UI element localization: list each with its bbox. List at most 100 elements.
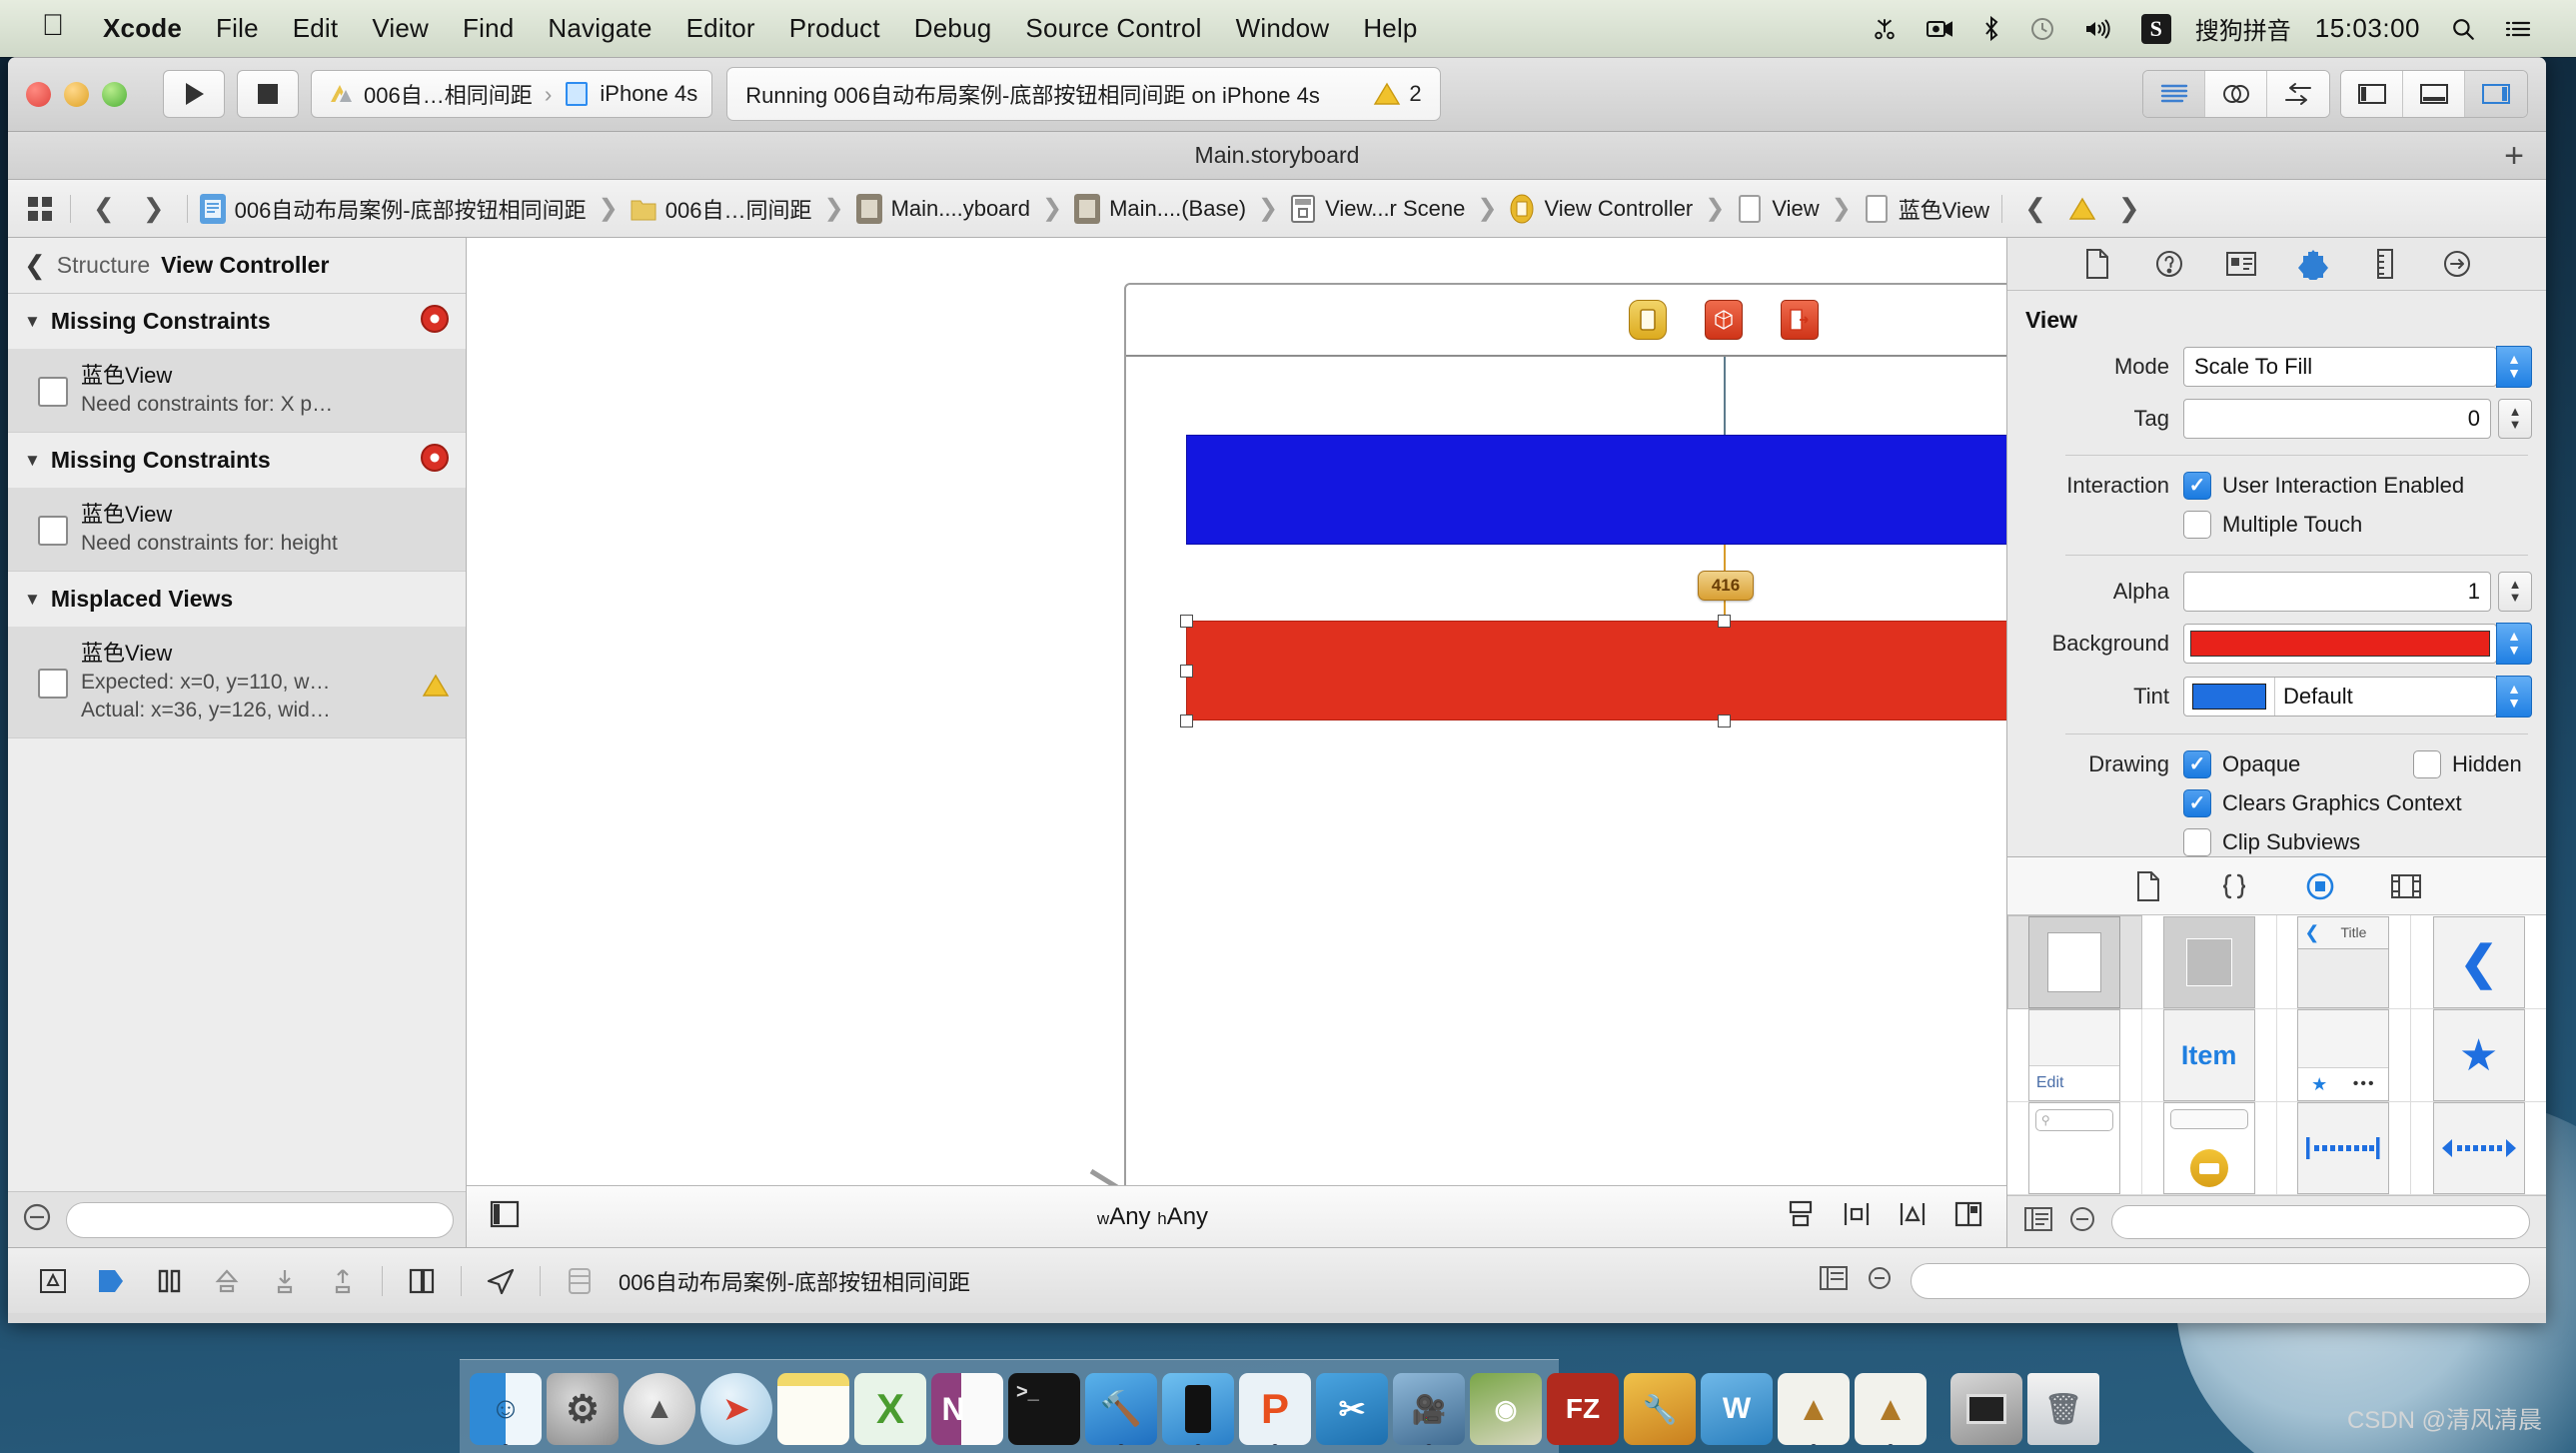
zoom-window-button[interactable] [102,81,127,107]
dock-item-photoshop[interactable]: P [1239,1373,1311,1445]
clip-subviews-checkbox[interactable]: Clip Subviews [2183,827,2360,856]
volume-icon[interactable] [2069,17,2127,41]
menu-editor[interactable]: Editor [669,13,772,44]
go-forward-button[interactable]: ❯ [129,193,179,224]
tint-select-chevron-icon[interactable]: ▲ ▼ [2496,675,2532,718]
scheme-selector[interactable]: 006自…相同间距 › iPhone 4s [311,70,713,118]
clears-graphics-checkbox[interactable]: ✓ Clears Graphics Context [2183,788,2462,817]
library-item-table-view-controller[interactable]: Edit [2007,1009,2142,1102]
library-item-navigation-item[interactable]: ❮ [2411,915,2546,1009]
step-over-button[interactable] [198,1257,256,1305]
library-item-view-controller[interactable] [2007,915,2142,1009]
standard-editor-button[interactable] [2143,71,2205,117]
pin-constraints-button[interactable] [1841,1199,1873,1234]
menu-xcode[interactable]: Xcode [86,13,199,44]
library-item-flexible-space-bar-button[interactable] [2411,1102,2546,1195]
background-select-chevron-icon[interactable]: ▲ ▼ [2496,622,2532,665]
resize-handle-bottom-left[interactable] [1180,715,1193,727]
minimize-window-button[interactable] [64,81,89,107]
console-filter-input[interactable] [1911,1262,2530,1299]
issue-group-header[interactable]: ▼ Missing Constraints [8,433,466,490]
hidden-checkbox[interactable]: Hidden [2413,749,2522,778]
resize-handle-top-left[interactable] [1180,615,1193,628]
library-item-search-display-controller[interactable] [2141,1102,2277,1195]
library-item-search-bar[interactable]: ⚲ [2007,1102,2142,1195]
mode-select-chevron-icon[interactable]: ▲ ▼ [2496,345,2532,388]
disclosure-triangle-icon[interactable]: ▼ [24,590,41,610]
resolve-auto-layout-issues-button[interactable] [1897,1199,1929,1234]
dock-item-xcode-2[interactable]: ▲ [1855,1373,1927,1445]
dock-item-xcode-1[interactable]: ▲ [1778,1373,1850,1445]
first-responder-icon[interactable] [1705,300,1743,340]
related-items-icon[interactable] [18,195,62,223]
toggle-navigator-button[interactable] [2341,71,2403,117]
menu-file[interactable]: File [199,13,276,44]
process-label[interactable]: 006自动布局案例-底部按钮相同间距 [619,1265,970,1297]
time-machine-icon[interactable] [2015,16,2069,42]
file-inspector-icon[interactable] [2074,244,2120,284]
toggle-debug-area-button[interactable] [2403,71,2465,117]
top-constraint-line[interactable] [1724,357,1726,435]
menu-product[interactable]: Product [772,13,897,44]
issue-filter-input[interactable] [66,1201,454,1238]
notification-center-icon[interactable] [2490,17,2546,41]
dock-item-launchpad[interactable]: ▲ [624,1373,695,1445]
red-view[interactable] [1186,621,2006,721]
toggle-utilities-button[interactable] [2465,71,2527,117]
issue-row[interactable]: 蓝色View Need constraints for: height [8,489,466,573]
step-into-button[interactable] [256,1257,314,1305]
resize-handle-bottom-center[interactable] [1718,715,1731,727]
previous-issue-button[interactable]: ❮ [2010,193,2060,224]
issue-group-header[interactable]: ▼ Misplaced Views [8,572,466,629]
close-window-button[interactable] [26,81,51,107]
align-constraints-button[interactable] [1785,1199,1817,1234]
menu-window[interactable]: Window [1219,13,1347,44]
dock-item-quicktime[interactable]: 🎥 [1393,1373,1465,1445]
dock-item-snipping-tool[interactable]: ✂ [1316,1373,1388,1445]
menu-view[interactable]: View [355,13,446,44]
menu-find[interactable]: Find [446,13,531,44]
disclosure-triangle-icon[interactable]: ▼ [24,312,41,332]
dock-item-safari[interactable]: ➤ [700,1373,772,1445]
dock-item-finder[interactable]: ☺ [470,1373,542,1445]
constraint-value-badge[interactable]: 416 [1698,571,1754,601]
toggle-document-outline-button[interactable] [489,1199,521,1234]
navigator-back-icon[interactable]: ❮ [24,250,46,281]
library-item-navigation-controller[interactable]: ❮ Title [2276,915,2412,1009]
filter-scope-icon[interactable] [20,1200,54,1239]
pause-button[interactable] [140,1257,198,1305]
run-button[interactable] [163,70,225,118]
filter-scope-icon[interactable] [1819,1264,1849,1297]
dock-item-xcode-beta[interactable]: 🔨 [1085,1373,1157,1445]
tint-color-well[interactable]: Default [2183,676,2497,717]
bluetooth-icon[interactable] [1967,15,2015,42]
dock-item-trash[interactable]: 🗑 [2027,1373,2099,1445]
library-item-storyboard-reference[interactable] [2141,915,2277,1009]
issue-row[interactable]: 蓝色View Expected: x=0, y=110, w… Actual: … [8,628,466,739]
alpha-stepper[interactable]: ▲ ▼ [2498,571,2532,612]
menu-edit[interactable]: Edit [276,13,356,44]
breadcrumb-item-scene[interactable]: View...r Scene [1286,194,1469,224]
dock-item-terminal[interactable]: >_ [1008,1373,1080,1445]
menu-source-control[interactable]: Source Control [1008,13,1218,44]
breadcrumb-item-project[interactable]: 006自动布局案例-底部按钮相同间距 [196,193,591,225]
menu-debug[interactable]: Debug [897,13,1009,44]
size-class-label[interactable]: wAny hAny [1097,1203,1208,1231]
attributes-inspector-icon[interactable] [2290,244,2336,284]
breadcrumb-item-view[interactable]: View [1733,194,1823,224]
console-filter-icon[interactable] [1865,1264,1895,1297]
assistant-editor-button[interactable] [2205,71,2267,117]
warning-triangle-icon[interactable] [2060,196,2104,222]
opaque-checkbox[interactable]: ✓ Opaque [2183,749,2413,778]
menu-help[interactable]: Help [1346,13,1434,44]
dock-item-simulator[interactable] [1162,1373,1234,1445]
library-item-bar-button-item[interactable]: Item [2141,1009,2277,1102]
dock-item-system-preferences[interactable]: ⚙ [547,1373,619,1445]
show-debug-navigator-button[interactable] [24,1257,82,1305]
stop-button[interactable] [237,70,299,118]
multiple-touch-checkbox[interactable]: Multiple Touch [2183,510,2362,539]
version-editor-button[interactable] [2267,71,2329,117]
dock-item-screen-sharing[interactable] [1950,1373,2022,1445]
search-icon[interactable] [2436,16,2490,42]
identity-inspector-icon[interactable] [2218,244,2264,284]
